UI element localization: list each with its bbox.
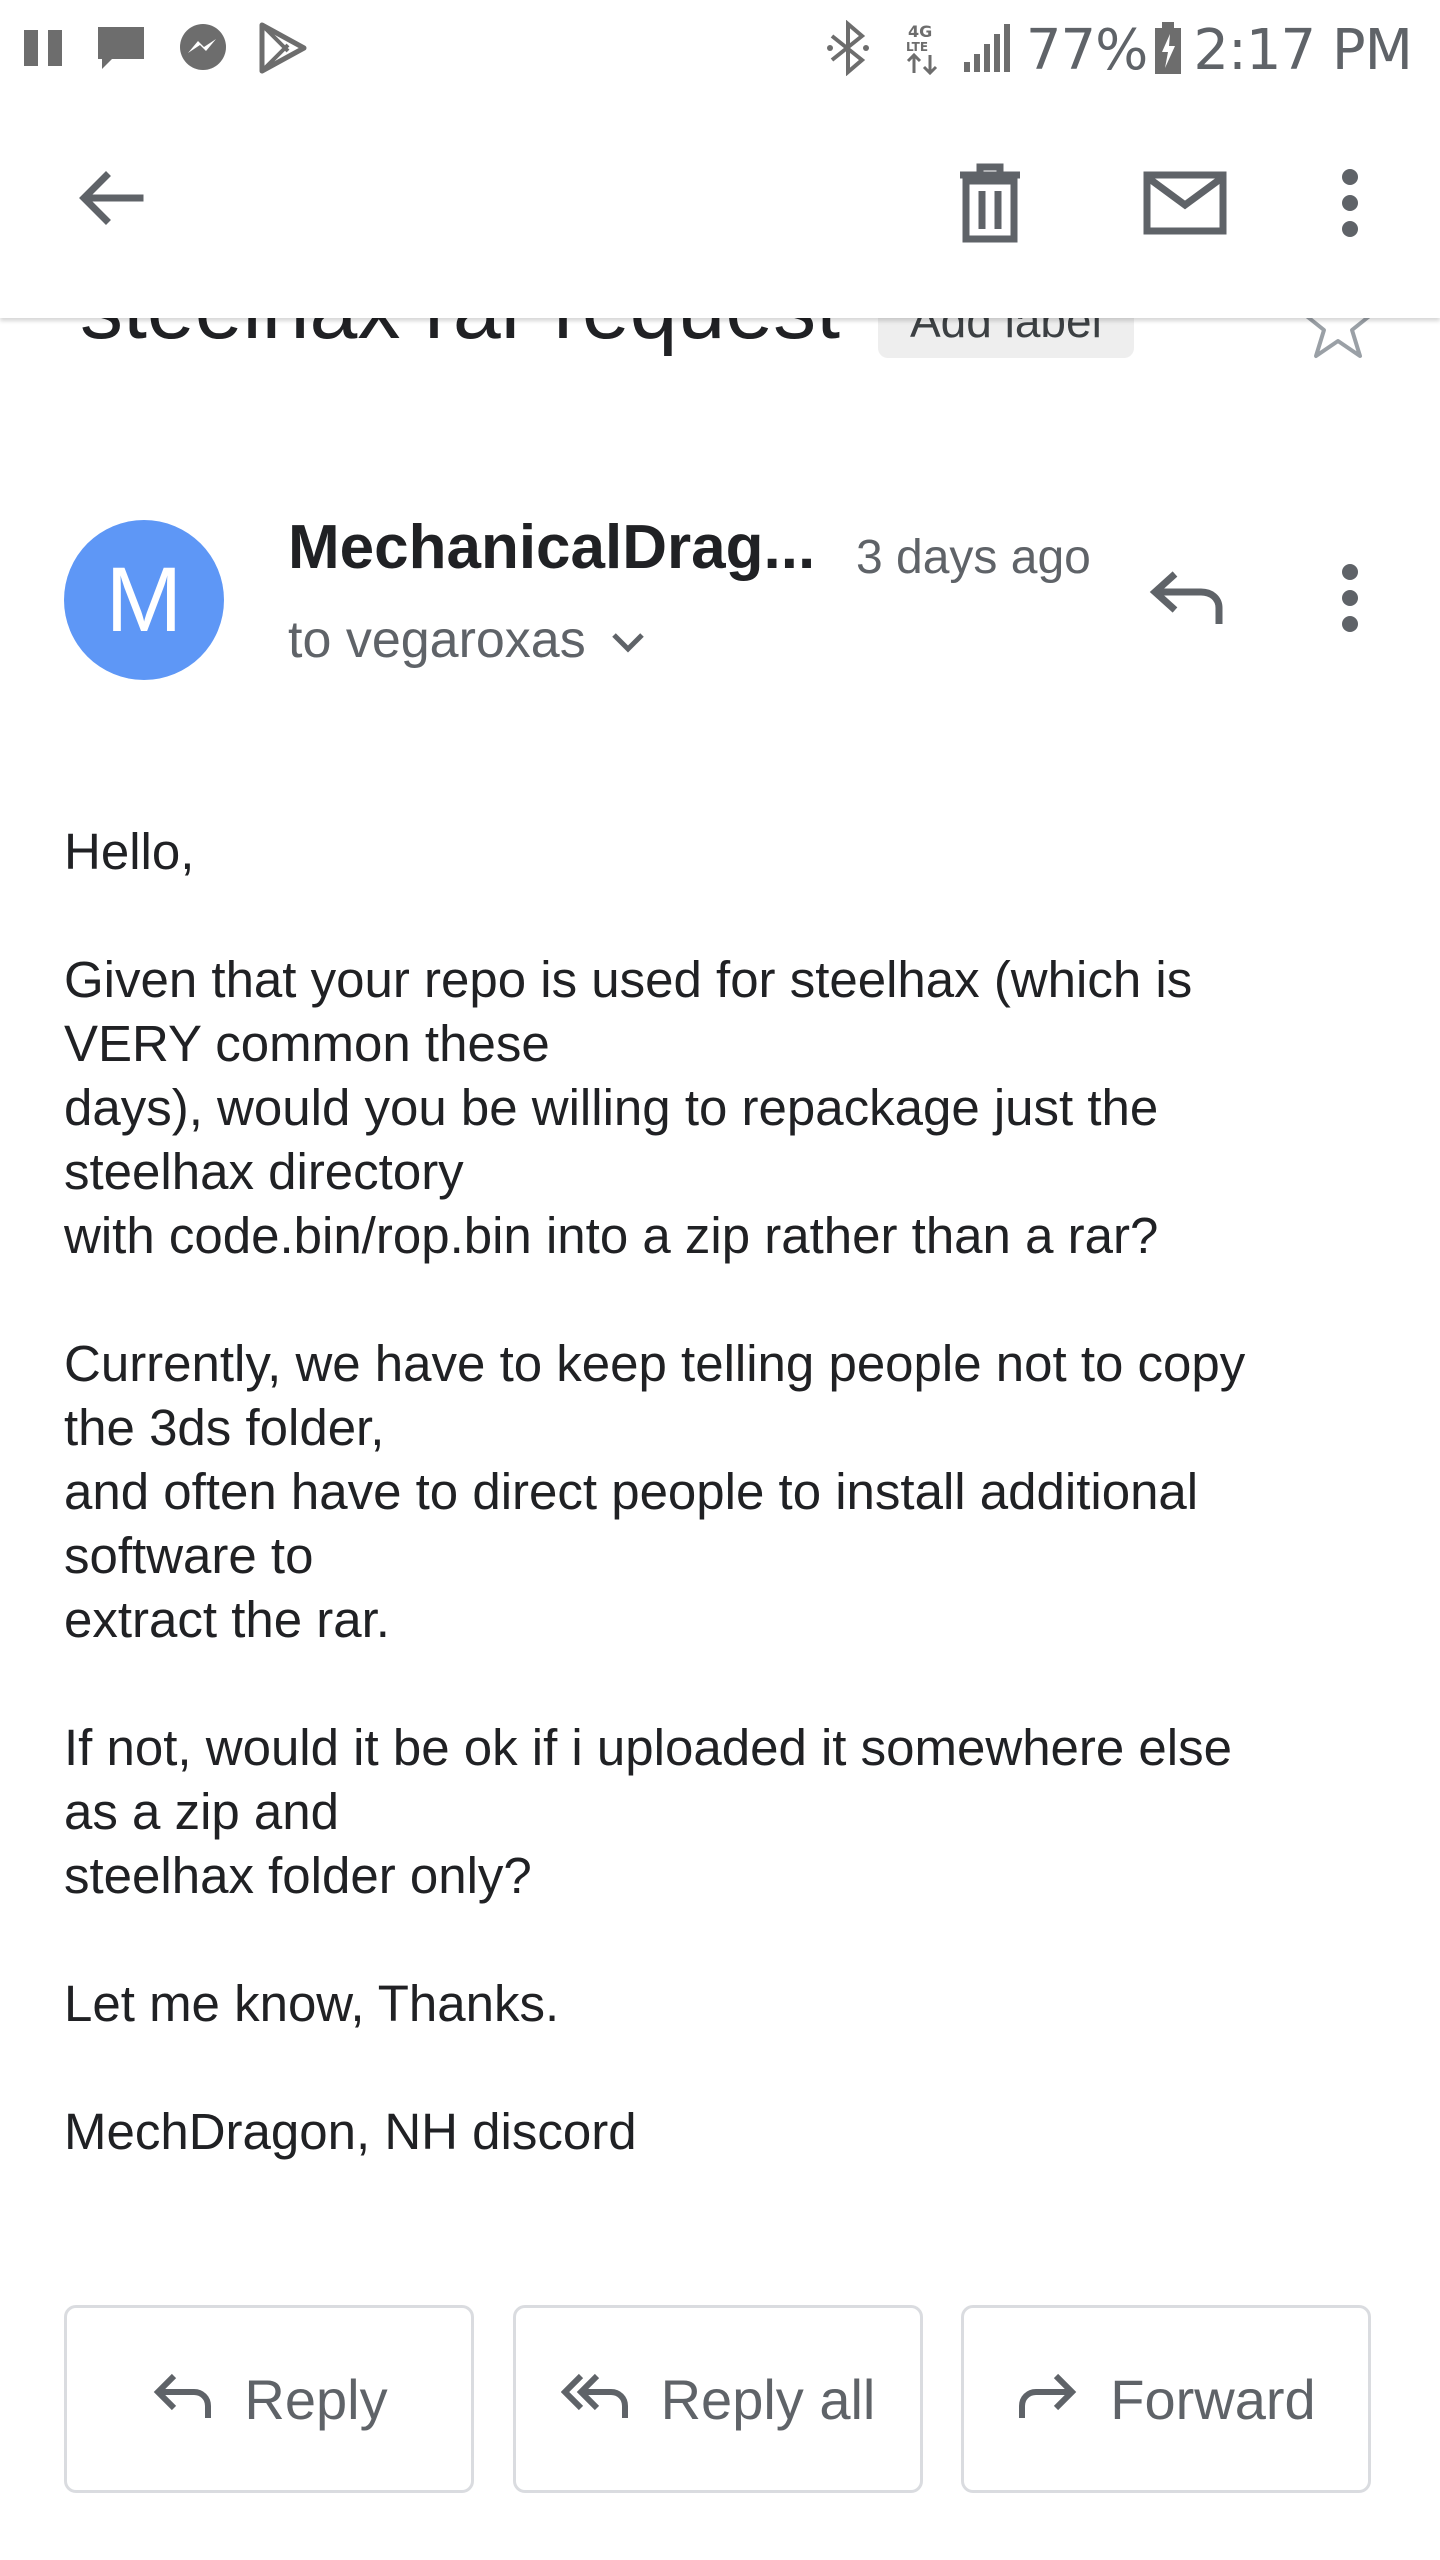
mark-unread-icon: [1143, 171, 1227, 240]
lte-data-icon: 4G LTE: [902, 19, 942, 82]
forward-label: Forward: [1110, 2367, 1316, 2431]
body-paragraph: Currently, we have to keep telling peopl…: [64, 1335, 1246, 1648]
delete-icon: [956, 163, 1024, 248]
reply-all-icon: [560, 2372, 631, 2427]
pause-icon: [22, 26, 66, 75]
reply-icon: [150, 2372, 214, 2427]
body-paragraph: Given that your repo is used for steelha…: [64, 951, 1193, 1264]
play-store-icon: [258, 21, 308, 80]
chat-bubble-icon: [94, 21, 148, 80]
battery-icon: [1153, 20, 1183, 81]
email-body: Hello, Given that your repo is used for …: [64, 820, 1384, 2164]
delete-button[interactable]: [940, 150, 1040, 260]
reply-all-button[interactable]: Reply all: [513, 2305, 923, 2493]
signal-icon: [962, 22, 1014, 79]
reply-button[interactable]: Reply: [64, 2305, 474, 2493]
battery-percent: 77%: [1025, 17, 1148, 83]
reply-icon: [1145, 568, 1225, 633]
body-signature: MechDragon, NH discord: [64, 2103, 637, 2160]
body-greeting: Hello,: [64, 823, 195, 880]
svg-text:LTE: LTE: [906, 40, 928, 54]
more-vert-icon: [1338, 562, 1362, 639]
forward-button[interactable]: Forward: [961, 2305, 1371, 2493]
app-bar: [0, 100, 1440, 318]
back-arrow-icon: [74, 162, 146, 239]
more-vert-icon: [1338, 167, 1362, 244]
messenger-icon: [176, 21, 230, 80]
forward-icon: [1016, 2372, 1080, 2427]
body-paragraph: If not, would it be ok if i uploaded it …: [64, 1719, 1232, 1904]
recipient-details-toggle[interactable]: to vegaroxas: [288, 610, 648, 670]
chevron-down-icon: [608, 610, 648, 670]
svg-text:4G: 4G: [908, 22, 932, 41]
avatar[interactable]: M: [64, 520, 224, 680]
mark-unread-button[interactable]: [1130, 150, 1240, 260]
bluetooth-icon: [826, 19, 870, 81]
status-bar-system: 4G LTE 77% 2:17 PM: [826, 14, 1413, 86]
status-bar: 4G LTE 77% 2:17 PM: [0, 0, 1440, 100]
back-button[interactable]: [60, 150, 160, 250]
clock: 2:17 PM: [1193, 17, 1413, 83]
sender-name[interactable]: MechanicalDrag...: [288, 512, 815, 583]
reply-all-label: Reply all: [660, 2367, 876, 2431]
reply-icon-button[interactable]: [1130, 550, 1240, 650]
reply-label: Reply: [244, 2367, 388, 2431]
star-icon: [1300, 288, 1376, 364]
status-bar-notifications: [22, 20, 308, 80]
email-date: 3 days ago: [856, 531, 1091, 584]
recipient-line: to vegaroxas: [288, 611, 586, 669]
more-options-button[interactable]: [1300, 150, 1400, 260]
body-closing: Let me know, Thanks.: [64, 1975, 560, 2032]
message-more-button[interactable]: [1300, 550, 1400, 650]
